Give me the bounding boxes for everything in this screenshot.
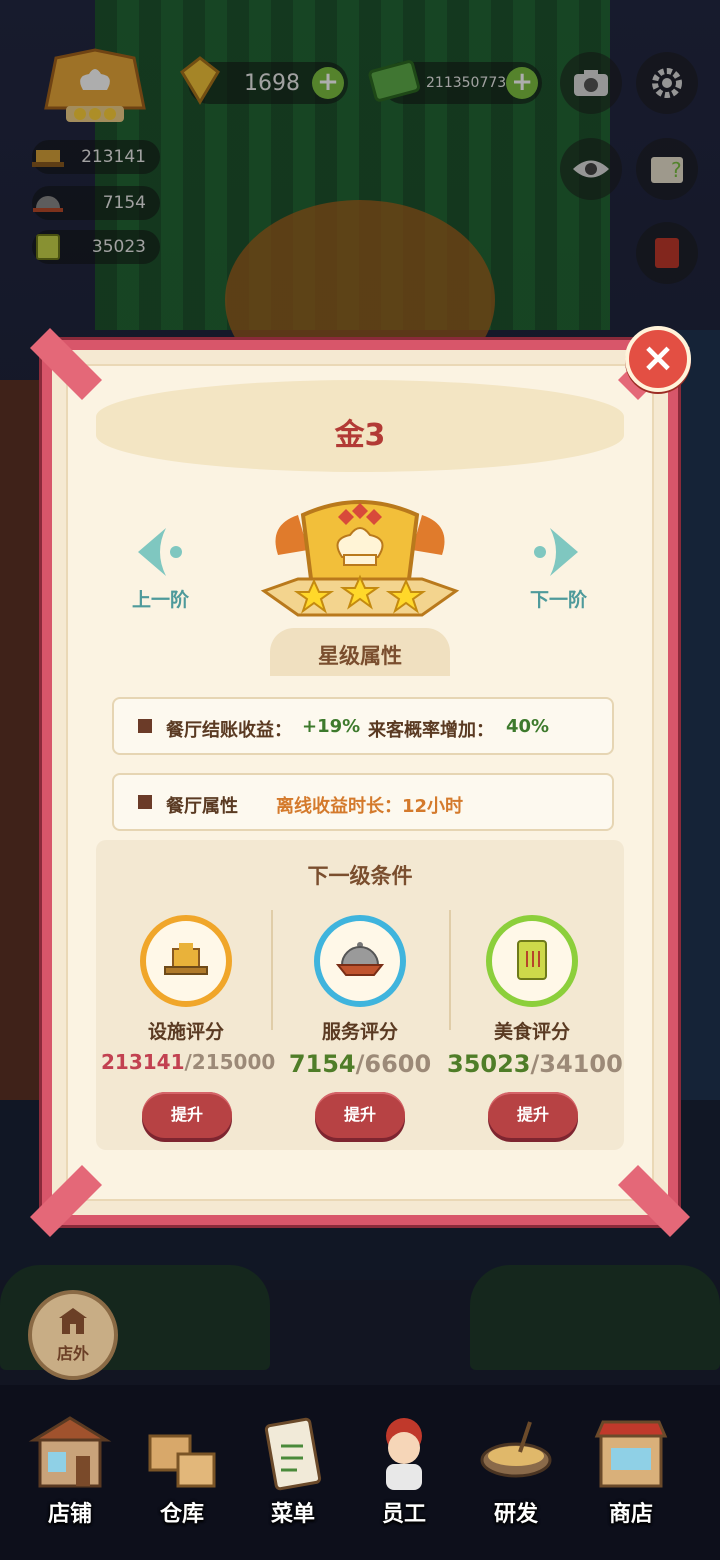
nav-staff[interactable]: 员工	[348, 1412, 460, 1542]
attribute-row-restaurant: 餐厅属性 离线收益时长：12小时	[112, 773, 614, 831]
next-level-conditions-heading: 下一级条件	[307, 864, 413, 888]
outside-view-button[interactable]: 店外	[28, 1290, 118, 1380]
cloche-icon	[335, 942, 385, 976]
next-rank-arrow-icon[interactable]	[524, 524, 584, 580]
nav-warehouse[interactable]: 仓库	[126, 1412, 238, 1542]
gold-rank-badge-icon	[260, 500, 460, 617]
staff-avatar-icon	[386, 1418, 422, 1490]
nav-menu[interactable]: 菜单	[237, 1412, 349, 1542]
service-target-score: /6600	[355, 1050, 432, 1078]
facility-score-label: 设施评分	[147, 1021, 224, 1043]
visitor-label: 来客概率增加：	[368, 720, 494, 741]
facility-requirement: 设施评分 213141/215000	[101, 915, 275, 1074]
restaurant-attr-label: 餐厅属性	[166, 796, 238, 817]
shop-building-icon	[28, 1416, 112, 1488]
nav-warehouse-label: 仓库	[159, 1502, 204, 1527]
income-value: +19%	[302, 716, 361, 737]
star-attributes-heading: 星级属性	[318, 644, 402, 668]
ribbon-corner-icon	[30, 1165, 102, 1237]
nav-research[interactable]: 研发	[460, 1412, 572, 1542]
facility-icon	[164, 943, 208, 975]
ribbon-corner-icon	[30, 328, 102, 400]
boost-facility-button[interactable]: 提升	[142, 1092, 232, 1138]
outside-label: 店外	[56, 1344, 89, 1363]
prev-rank-label[interactable]: 上一阶	[132, 585, 189, 612]
prev-rank-arrow-icon[interactable]	[132, 524, 192, 580]
nav-menu-label: 菜单	[270, 1502, 315, 1527]
clipboard-icon	[264, 1417, 322, 1491]
bullet-square	[138, 795, 152, 809]
boost-food-button[interactable]: 提升	[488, 1092, 578, 1138]
nav-shop-label: 店铺	[47, 1502, 92, 1527]
facility-current-score: 213141	[101, 1050, 185, 1074]
close-icon: ×	[641, 335, 675, 381]
nav-shop[interactable]: 店铺	[14, 1412, 126, 1542]
ribbon-corner-icon	[618, 1165, 690, 1237]
attribute-row-income: 餐厅结账收益： +19% 来客概率增加： 40%	[112, 697, 614, 755]
nav-store[interactable]: 商店	[575, 1412, 687, 1542]
food-current-score: 35023	[447, 1050, 531, 1078]
offline-income-duration: 离线收益时长：12小时	[276, 796, 464, 817]
service-score-label: 服务评分	[321, 1021, 398, 1043]
boxes-icon	[148, 1434, 216, 1488]
nav-research-label: 研发	[493, 1502, 538, 1527]
cooking-pot-icon	[480, 1421, 552, 1478]
facility-score-progress: 213141/215000	[101, 1050, 275, 1074]
rank-title: 金3	[334, 418, 386, 453]
food-score-label: 美食评分	[493, 1021, 570, 1043]
food-ring	[486, 915, 578, 1007]
next-rank-label[interactable]: 下一阶	[530, 585, 587, 612]
boost-service-button[interactable]: 提升	[315, 1092, 405, 1138]
storefront-icon	[59, 1308, 87, 1334]
food-score-progress: 35023/34100	[447, 1050, 623, 1078]
store-icon	[594, 1420, 668, 1488]
visitor-value: 40%	[506, 716, 550, 737]
food-requirement: 美食评分 35023/34100	[447, 915, 623, 1078]
income-label: 餐厅结账收益：	[166, 720, 292, 741]
service-ring	[314, 915, 406, 1007]
column-divider	[271, 910, 273, 1030]
bullet-square	[138, 719, 152, 733]
nav-staff-label: 员工	[381, 1502, 426, 1527]
service-current-score: 7154	[288, 1050, 356, 1078]
service-score-progress: 7154/6600	[275, 1050, 445, 1078]
food-target-score: /34100	[530, 1050, 623, 1078]
facility-target-score: /215000	[184, 1050, 276, 1074]
facility-ring	[140, 915, 232, 1007]
service-requirement: 服务评分 7154/6600	[275, 915, 445, 1078]
close-button[interactable]: ×	[625, 326, 691, 392]
nav-store-label: 商店	[608, 1502, 653, 1527]
recipe-book-icon	[517, 940, 547, 980]
